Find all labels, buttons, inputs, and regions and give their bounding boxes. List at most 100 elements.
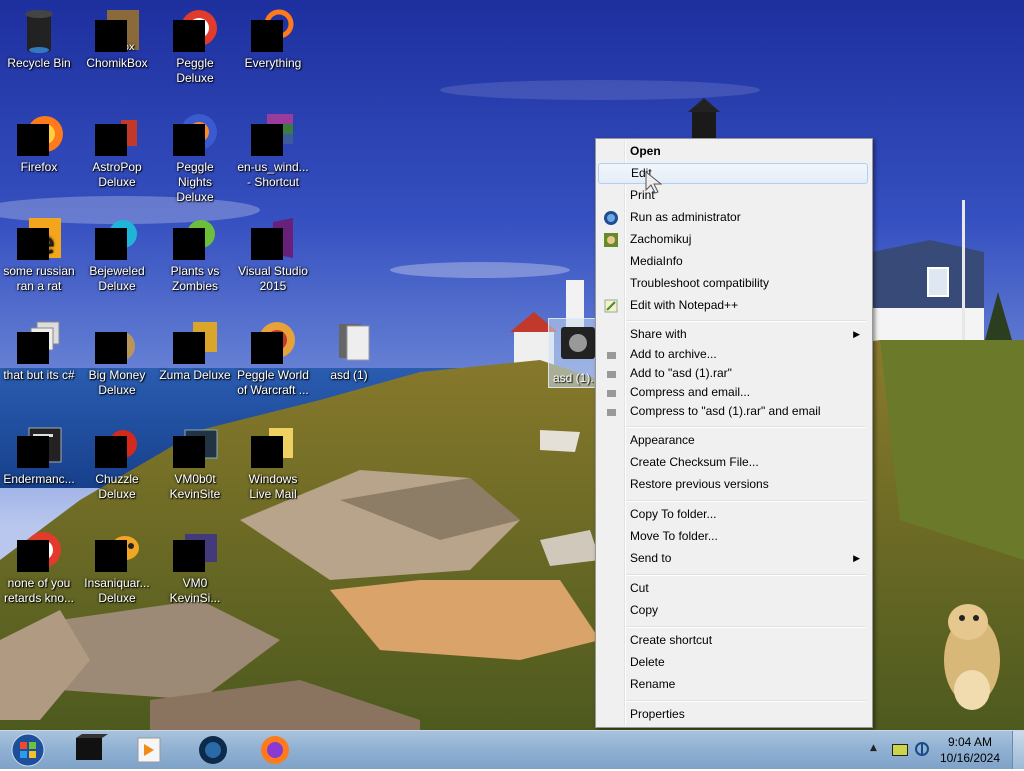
desktop-icon-label: en-us_wind... - Shortcut (237, 160, 309, 189)
desktop-icon-label: VM0b0t KevinSite (169, 472, 221, 501)
menu-item-label: Cut (630, 581, 649, 595)
taskbar-clock[interactable]: 9:04 AM 10/16/2024 (930, 734, 1010, 766)
battery-icon[interactable] (892, 744, 908, 756)
desktop-icon-vm0-kevinsite[interactable]: VM0 KevinSi... (156, 524, 234, 606)
terminal-icon (76, 734, 108, 760)
menu-item-copy-to-folder[interactable]: Copy To folder... (598, 504, 868, 525)
selected-file-label: asd (1)... (553, 371, 601, 385)
desktop-icon-endermanc[interactable]: Endermanc... (0, 420, 78, 487)
desktop-icon-label: Plants vs Zombies (170, 264, 220, 293)
menu-separator (626, 574, 866, 576)
taskbar: ▲ 9:04 AM 10/16/2024 (0, 730, 1024, 769)
start-button[interactable] (4, 732, 48, 768)
show-hidden-icons-button[interactable]: ▲ (870, 743, 877, 753)
chuzzle-icon (93, 422, 141, 470)
menu-item-edit[interactable]: Edit (598, 163, 868, 184)
menu-item-label: Appearance (630, 433, 695, 447)
menu-item-compress-email[interactable]: Compress and email... (598, 383, 868, 402)
menu-item-add-to-asd-rar[interactable]: Add to "asd (1).rar" (598, 364, 868, 383)
desktop-icon-label: Peggle Nights Deluxe (176, 160, 214, 204)
desktop-icon-windows-live-mail[interactable]: Windows Live Mail (234, 420, 312, 502)
selected-file-icon[interactable]: asd (1)... (548, 318, 600, 388)
taskbar-terminal-button[interactable] (62, 732, 114, 768)
chomikbox-icon: ox (93, 6, 141, 54)
menu-item-create-shortcut[interactable]: Create shortcut (598, 630, 868, 651)
desktop-icon-peggle-deluxe[interactable]: Peggle Deluxe (156, 4, 234, 86)
menu-item-label: Copy (630, 603, 659, 617)
menu-separator (626, 500, 866, 502)
menu-item-copy[interactable]: Copy (598, 600, 868, 621)
desktop-icon-visual-studio[interactable]: Visual Studio 2015 (234, 212, 312, 294)
desktop-icon-label: Endermanc... (3, 472, 75, 486)
desktop-icon-label: Everything (244, 56, 302, 70)
taskbar-globe-button[interactable] (186, 732, 238, 768)
menu-item-print[interactable]: Print (598, 185, 868, 206)
menu-item-label: Send to (630, 551, 672, 565)
menu-item-troubleshoot[interactable]: Troubleshoot compatibility (598, 273, 868, 294)
recycle-bin-icon (15, 6, 63, 54)
menu-item-label: Copy To folder... (630, 507, 717, 521)
desktop-icon-peggle-nights[interactable]: Peggle Nights Deluxe (156, 108, 234, 205)
desktop-icon-recycle-bin[interactable]: Recycle Bin (0, 4, 78, 71)
search-icon (249, 6, 297, 54)
video-file-icon (561, 327, 595, 359)
menu-item-zachomikuj[interactable]: Zachomikuj (598, 229, 868, 250)
desktop-icon-label: Windows Live Mail (248, 472, 298, 501)
show-desktop-button[interactable] (1012, 731, 1024, 769)
menu-item-label: Delete (630, 655, 665, 669)
menu-item-cut[interactable]: Cut (598, 578, 868, 599)
menu-separator (626, 426, 866, 428)
desktop-icon-firefox[interactable]: Firefox (0, 108, 78, 175)
desktop-icon-en-us-windows[interactable]: en-us_wind... - Shortcut (234, 108, 312, 190)
peggle-nights-icon (171, 110, 219, 158)
menu-item-move-to-folder[interactable]: Move To folder... (598, 526, 868, 547)
menu-item-properties[interactable]: Properties (598, 704, 868, 725)
hamster-icon (603, 232, 619, 248)
desktop-icon-insaniquarium[interactable]: Insaniquar... Deluxe (78, 524, 156, 606)
desktop-icon-label: Peggle World of Warcraft ... (237, 368, 309, 397)
menu-item-run-as-admin[interactable]: Run as administrator (598, 207, 868, 228)
menu-item-label: Edit with Notepad++ (630, 298, 739, 312)
desktop-icon-chomikbox[interactable]: ox ChomikBox (78, 4, 156, 71)
desktop-icon-label: Zuma Deluxe (159, 368, 231, 382)
menu-item-label: Run as administrator (630, 210, 741, 224)
desktop-icon-peggle-wow[interactable]: Peggle World of Warcraft ... (234, 316, 312, 398)
menu-item-open[interactable]: Open (598, 141, 868, 162)
desktop-icon-vm0b0t[interactable]: VM0b0t KevinSite (156, 420, 234, 502)
globe-icon (199, 736, 227, 764)
menu-item-label: Properties (630, 707, 685, 721)
desktop-icon-astropop[interactable]: AstroPop Deluxe (78, 108, 156, 190)
desktop-icon-asd-1[interactable]: asd (1) (310, 316, 388, 383)
desktop-icon-big-money[interactable]: Big Money Deluxe (78, 316, 156, 398)
menu-item-mediainfo[interactable]: MediaInfo (598, 251, 868, 272)
desktop-icon-chuzzle[interactable]: Chuzzle Deluxe (78, 420, 156, 502)
browser-icon (15, 526, 63, 574)
menu-item-create-checksum[interactable]: Create Checksum File... (598, 452, 868, 473)
network-icon[interactable] (914, 741, 930, 760)
menu-item-label: Restore previous versions (630, 477, 769, 491)
desktop-icon-everything[interactable]: Everything (234, 4, 312, 71)
desktop-icon-some-russian[interactable]: e some russian ran a rat (0, 212, 78, 294)
menu-item-edit-notepadpp[interactable]: Edit with Notepad++ (598, 295, 868, 316)
menu-item-share-with[interactable]: Share with ▶ (598, 324, 868, 345)
menu-item-rename[interactable]: Rename (598, 674, 868, 695)
terminal-icon (15, 422, 63, 470)
menu-item-restore-versions[interactable]: Restore previous versions (598, 474, 868, 495)
desktop-icon-that-but-its-c[interactable]: that but its c# (0, 316, 78, 383)
taskbar-firefox-button[interactable] (248, 732, 300, 768)
menu-item-appearance[interactable]: Appearance (598, 430, 868, 451)
desktop-icon-label: Chuzzle Deluxe (95, 472, 139, 501)
desktop-icon-zuma[interactable]: Zuma Deluxe (156, 316, 234, 383)
desktop-icon-bejeweled[interactable]: Bejeweled Deluxe (78, 212, 156, 294)
menu-item-compress-to-rar-email[interactable]: Compress to "asd (1).rar" and email (598, 402, 868, 421)
desktop-icon-plants-vs-zombies[interactable]: Plants vs Zombies (156, 212, 234, 294)
menu-item-delete[interactable]: Delete (598, 652, 868, 673)
zuma-icon (171, 318, 219, 366)
taskbar-media-player-button[interactable] (122, 732, 174, 768)
desktop-icon-none-of-you[interactable]: none of you retards kno... (0, 524, 78, 606)
notepad-icon (603, 298, 619, 314)
menu-item-add-to-archive[interactable]: Add to archive... (598, 345, 868, 364)
menu-item-label: Rename (630, 677, 676, 691)
menu-item-send-to[interactable]: Send to ▶ (598, 548, 868, 569)
menu-item-label: Add to archive... (630, 347, 717, 361)
